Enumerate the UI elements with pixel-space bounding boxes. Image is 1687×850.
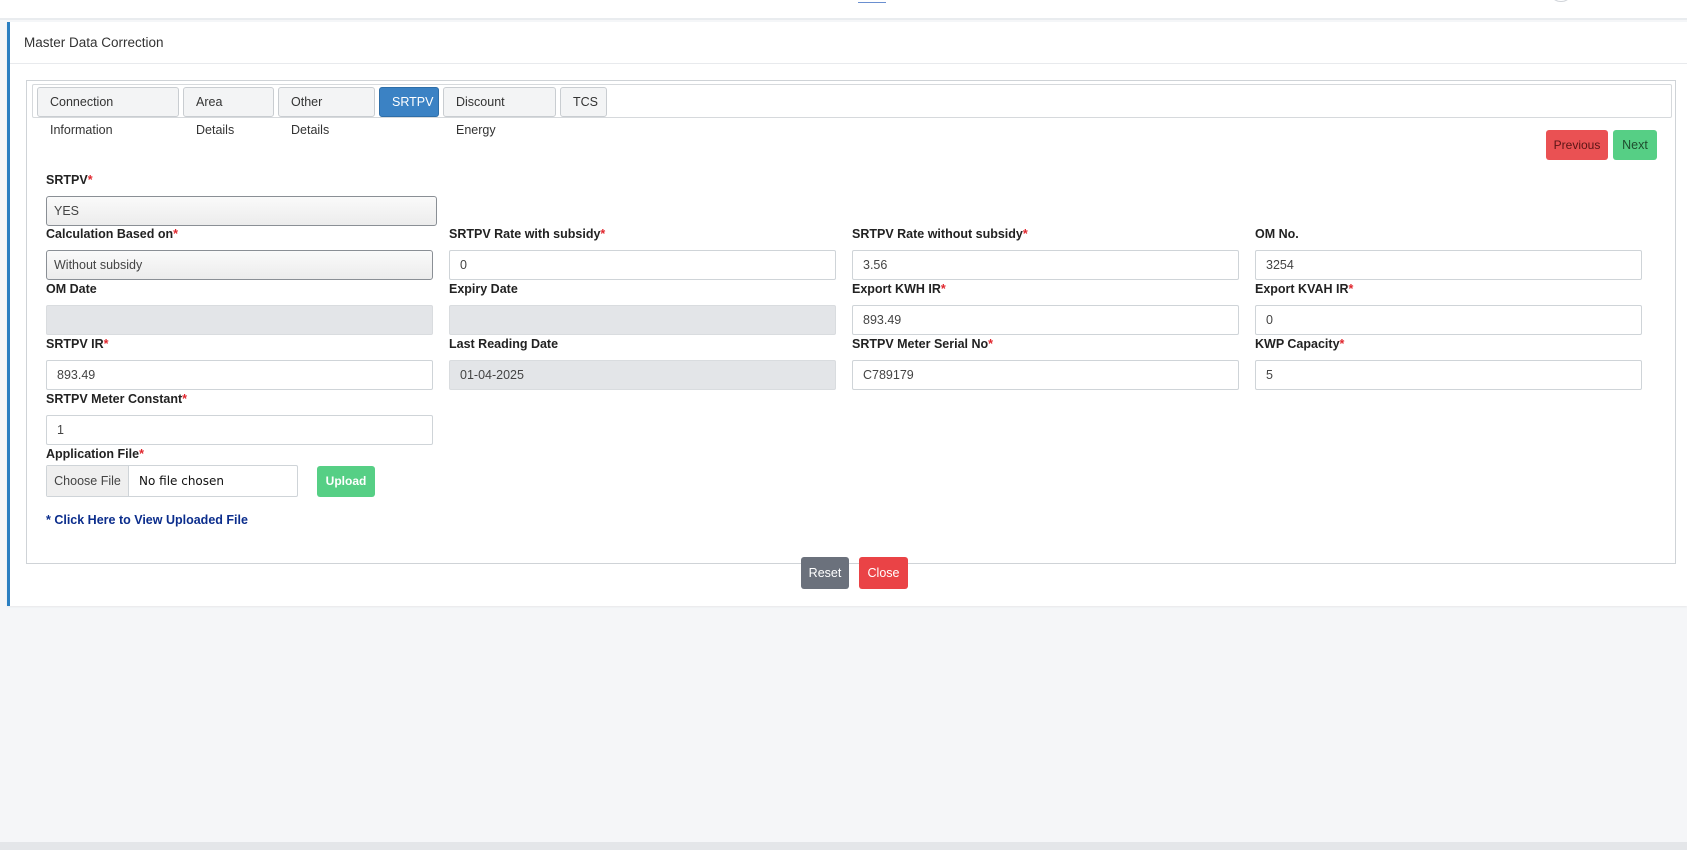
choose-file-button[interactable]: Choose File (47, 466, 129, 496)
om-date-label: OM Date (46, 282, 97, 296)
top-header-bar (0, 0, 1687, 20)
calc-based-on-label-text: Calculation Based on (46, 227, 174, 241)
meter-constant-label: SRTPV Meter Constant* (46, 392, 187, 406)
required-marker: * (139, 447, 144, 461)
export-kvah-ir-label: Export KVAH IR* (1255, 282, 1353, 296)
meter-serial-no-input[interactable]: C789179 (852, 360, 1239, 390)
required-marker: * (940, 282, 946, 296)
srtpv-ir-label-text: SRTPV IR (46, 337, 104, 351)
om-no-input[interactable]: 3254 (1255, 250, 1642, 280)
required-marker: * (173, 227, 178, 241)
kwp-capacity-label-text: KWP Capacity (1255, 337, 1340, 351)
upload-button[interactable]: Upload (317, 466, 375, 497)
rate-with-subsidy-input[interactable]: 0 (449, 250, 836, 280)
tab-area-details[interactable]: Area Details (183, 87, 274, 137)
meter-constant-label-text: SRTPV Meter Constant (46, 392, 183, 406)
rate-with-subsidy-label-text: SRTPV Rate with subsidy (449, 227, 601, 241)
required-marker: * (182, 392, 188, 406)
tab-srtpv[interactable]: SRTPV (379, 87, 439, 117)
kwp-capacity-label: KWP Capacity* (1255, 337, 1344, 351)
export-kvah-ir-input[interactable]: 0 (1255, 305, 1642, 335)
required-marker: * (103, 337, 109, 351)
srtpv-label-text: SRTPV (46, 173, 88, 187)
application-file-label-text: Application File (46, 447, 140, 461)
previous-button[interactable]: Previous (1546, 130, 1608, 160)
required-marker: * (87, 173, 93, 187)
rate-with-subsidy-label: SRTPV Rate with subsidy* (449, 227, 605, 241)
required-marker: * (988, 337, 994, 351)
calc-based-on-select[interactable]: Without subsidy (46, 250, 433, 280)
form-panel: Connection Information Area Details Othe… (26, 80, 1676, 564)
required-marker: * (1022, 227, 1028, 241)
last-reading-date-label: Last Reading Date (449, 337, 559, 351)
user-avatar-fragment[interactable] (1552, 0, 1570, 2)
export-kvah-ir-label-text: Export KVAH IR (1255, 282, 1349, 296)
required-marker: * (1348, 282, 1354, 296)
export-kwh-ir-label: Export KWH IR* (852, 282, 946, 296)
next-button[interactable]: Next (1613, 130, 1657, 160)
kwp-capacity-input[interactable]: 5 (1255, 360, 1642, 390)
rate-without-subsidy-input[interactable]: 3.56 (852, 250, 1239, 280)
application-file-input[interactable]: Choose File No file chosen (46, 465, 298, 497)
reset-button[interactable]: Reset (801, 557, 849, 589)
srtpv-ir-input[interactable]: 893.49 (46, 360, 433, 390)
om-no-label: OM No. (1255, 227, 1299, 241)
master-data-card: Master Data Correction Connection Inform… (7, 22, 1687, 606)
page-bottom-divider (0, 842, 1687, 850)
meter-constant-input[interactable]: 1 (46, 415, 433, 445)
last-reading-date-input: 01-04-2025 (449, 360, 836, 390)
close-button[interactable]: Close (859, 557, 908, 589)
calc-based-on-label: Calculation Based on* (46, 227, 178, 241)
view-uploaded-file-link[interactable]: * Click Here to View Uploaded File (46, 513, 248, 527)
tab-bar: Connection Information Area Details Othe… (32, 84, 1672, 137)
tab-tcs[interactable]: TCS (560, 87, 607, 117)
meter-serial-no-label-text: SRTPV Meter Serial No (852, 337, 989, 351)
srtpv-ir-label: SRTPV IR* (46, 337, 109, 351)
export-kwh-ir-input[interactable]: 893.49 (852, 305, 1239, 335)
application-file-label: Application File* (46, 447, 144, 461)
file-status-text: No file chosen (139, 474, 225, 488)
header-logo-fragment (858, 0, 886, 3)
tab-discount-energy[interactable]: Discount Energy (443, 87, 556, 137)
page-title: Master Data Correction (10, 22, 1687, 64)
rate-without-subsidy-label: SRTPV Rate without subsidy* (852, 227, 1028, 241)
tab-connection-information[interactable]: Connection Information (37, 87, 179, 137)
tab-other-details[interactable]: Other Details (278, 87, 375, 137)
srtpv-select[interactable]: YES (46, 196, 437, 226)
rate-without-subsidy-label-text: SRTPV Rate without subsidy (852, 227, 1023, 241)
meter-serial-no-label: SRTPV Meter Serial No* (852, 337, 993, 351)
expiry-date-label: Expiry Date (449, 282, 518, 296)
required-marker: * (1339, 337, 1345, 351)
om-date-input (46, 305, 433, 335)
srtpv-label: SRTPV* (46, 173, 93, 187)
expiry-date-input (449, 305, 836, 335)
export-kwh-ir-label-text: Export KWH IR (852, 282, 941, 296)
required-marker: * (600, 227, 606, 241)
